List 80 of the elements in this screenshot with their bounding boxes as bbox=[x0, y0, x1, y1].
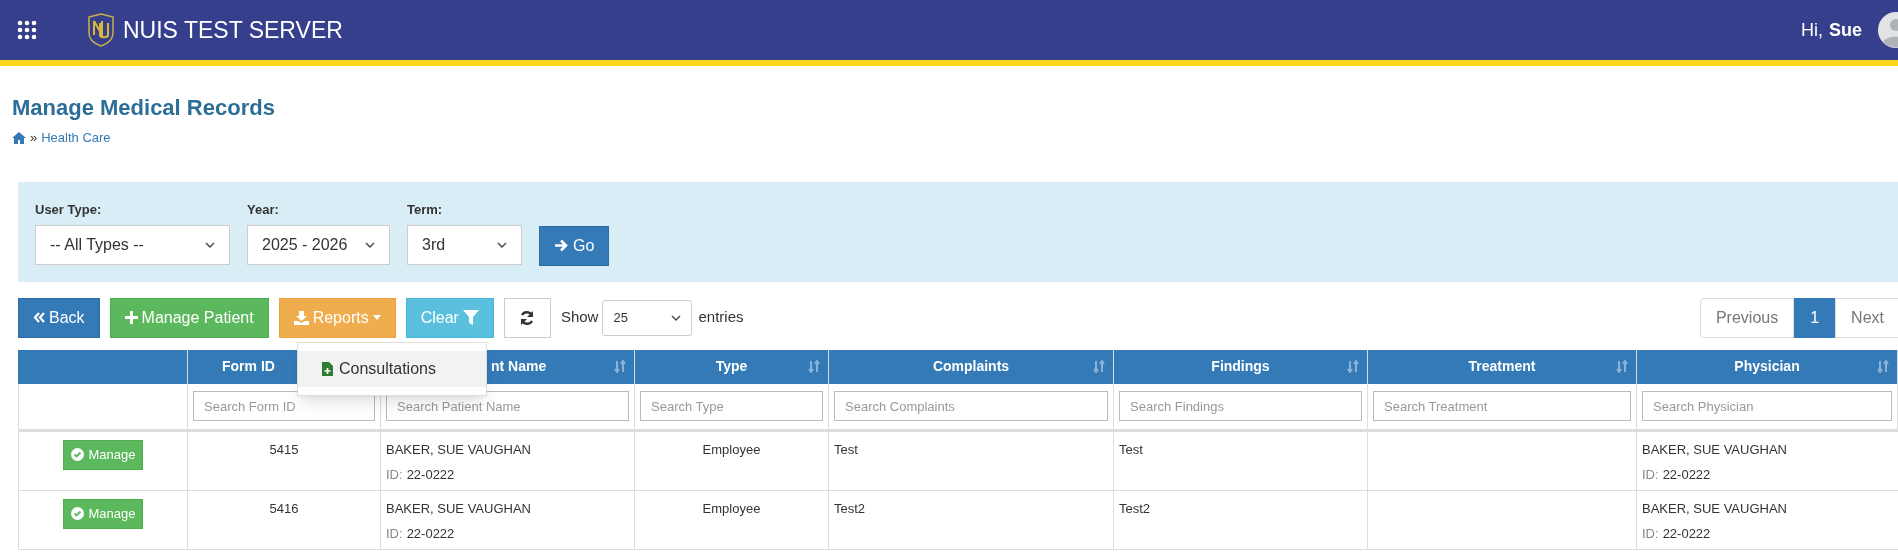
id-label: ID: bbox=[386, 466, 403, 484]
shield-logo-icon bbox=[87, 13, 115, 47]
column-search-field[interactable]: Search Form ID bbox=[193, 391, 375, 421]
id-value: 22-0222 bbox=[1662, 466, 1711, 484]
filter-icon bbox=[462, 310, 479, 325]
filter-select[interactable]: 3rd bbox=[407, 225, 522, 265]
manage-button[interactable]: Manage bbox=[63, 498, 143, 529]
breadcrumb-separator: » bbox=[30, 129, 38, 147]
column-search-field[interactable]: Search Patient Name bbox=[386, 391, 629, 421]
table-cell: Test bbox=[1119, 441, 1143, 457]
refresh-icon bbox=[519, 309, 536, 326]
entries-label: entries bbox=[698, 307, 744, 328]
breadcrumb-link[interactable]: Health Care bbox=[41, 128, 111, 148]
download-icon bbox=[293, 310, 309, 325]
filter-label: Year: bbox=[247, 200, 280, 219]
greeting: Hi, bbox=[1801, 18, 1823, 42]
person-name: BAKER, SUE VAUGHAN bbox=[386, 499, 532, 518]
page-size-select[interactable]: 25 bbox=[602, 299, 693, 336]
column-search-field[interactable]: Search Physician bbox=[1642, 391, 1892, 421]
sort-icon[interactable] bbox=[808, 359, 820, 373]
column-search-field[interactable]: Search Complaints bbox=[834, 391, 1108, 421]
table-cell-text: Employee bbox=[702, 440, 761, 459]
arrow-right-icon bbox=[554, 239, 569, 252]
refresh-button[interactable] bbox=[503, 297, 551, 338]
chevron-down-icon bbox=[497, 242, 507, 248]
sort-icon[interactable] bbox=[1093, 359, 1105, 373]
table-cell: Test2 bbox=[834, 500, 866, 516]
page-title: Manage Medical Records bbox=[12, 94, 276, 122]
app-title: NUIS TEST SERVER bbox=[123, 15, 343, 45]
check-circle-icon bbox=[70, 448, 84, 461]
column-header[interactable]: Physician bbox=[1637, 349, 1898, 384]
id-value: 22-0222 bbox=[1662, 525, 1711, 543]
pagination-button[interactable]: Next bbox=[1835, 297, 1898, 338]
sort-icon[interactable] bbox=[1877, 359, 1889, 373]
column-header[interactable]: Treatment bbox=[1368, 349, 1637, 384]
column-header[interactable]: Complaints bbox=[829, 349, 1114, 384]
chevron-down-icon bbox=[205, 242, 215, 248]
person-name: BAKER, SUE VAUGHAN bbox=[386, 440, 532, 459]
id-label: ID: bbox=[386, 525, 403, 543]
chevron-down-icon bbox=[671, 314, 682, 321]
user-name[interactable]: Sue bbox=[1829, 16, 1862, 44]
double-chevron-left-icon bbox=[33, 312, 45, 323]
home-icon[interactable] bbox=[12, 131, 26, 144]
column-header[interactable]: Type bbox=[635, 349, 829, 384]
table-cell-text: Employee bbox=[702, 499, 761, 518]
manage-patient-button[interactable]: Manage Patient bbox=[109, 297, 269, 338]
back-button[interactable]: Back bbox=[18, 297, 100, 338]
file-plus-icon bbox=[322, 362, 333, 376]
table-cell: Test bbox=[834, 441, 858, 457]
sort-icon[interactable] bbox=[614, 359, 626, 373]
filter-select[interactable]: 2025 - 2026 bbox=[247, 225, 390, 265]
filter-select[interactable]: -- All Types -- bbox=[35, 225, 230, 265]
table-cell-text: 5416 bbox=[269, 499, 299, 518]
manage-button[interactable]: Manage bbox=[63, 439, 143, 470]
column-header[interactable]: Findings bbox=[1114, 349, 1368, 384]
id-value: 22-0222 bbox=[406, 525, 455, 543]
column-search-field[interactable]: Search Treatment bbox=[1373, 391, 1631, 421]
id-value: 22-0222 bbox=[406, 466, 455, 484]
check-circle-icon bbox=[70, 507, 84, 520]
person-name: BAKER, SUE VAUGHAN bbox=[1642, 499, 1788, 518]
show-label: Show bbox=[560, 307, 599, 328]
filter-label: Term: bbox=[407, 200, 444, 219]
column-search-field[interactable]: Search Findings bbox=[1119, 391, 1362, 421]
sort-icon[interactable] bbox=[1347, 359, 1359, 373]
go-button[interactable]: Go bbox=[539, 225, 610, 266]
table-cell-text: 5415 bbox=[269, 440, 299, 459]
column-search-field[interactable]: Search Type bbox=[640, 391, 823, 421]
id-label: ID: bbox=[1642, 525, 1659, 543]
caret-icon bbox=[372, 315, 381, 320]
table-cell: Test2 bbox=[1119, 500, 1151, 516]
id-label: ID: bbox=[1642, 466, 1659, 484]
pagination-button[interactable]: 1 bbox=[1794, 297, 1836, 338]
person-name: BAKER, SUE VAUGHAN bbox=[1642, 440, 1788, 459]
menu-item[interactable]: Consultations bbox=[298, 351, 486, 387]
apps-grid-icon[interactable] bbox=[17, 20, 37, 40]
sort-icon[interactable] bbox=[1616, 359, 1628, 373]
filter-label: User Type: bbox=[35, 200, 103, 219]
chevron-down-icon bbox=[365, 242, 375, 248]
pagination-button[interactable]: Previous bbox=[1699, 297, 1795, 338]
plus-icon bbox=[124, 311, 138, 324]
